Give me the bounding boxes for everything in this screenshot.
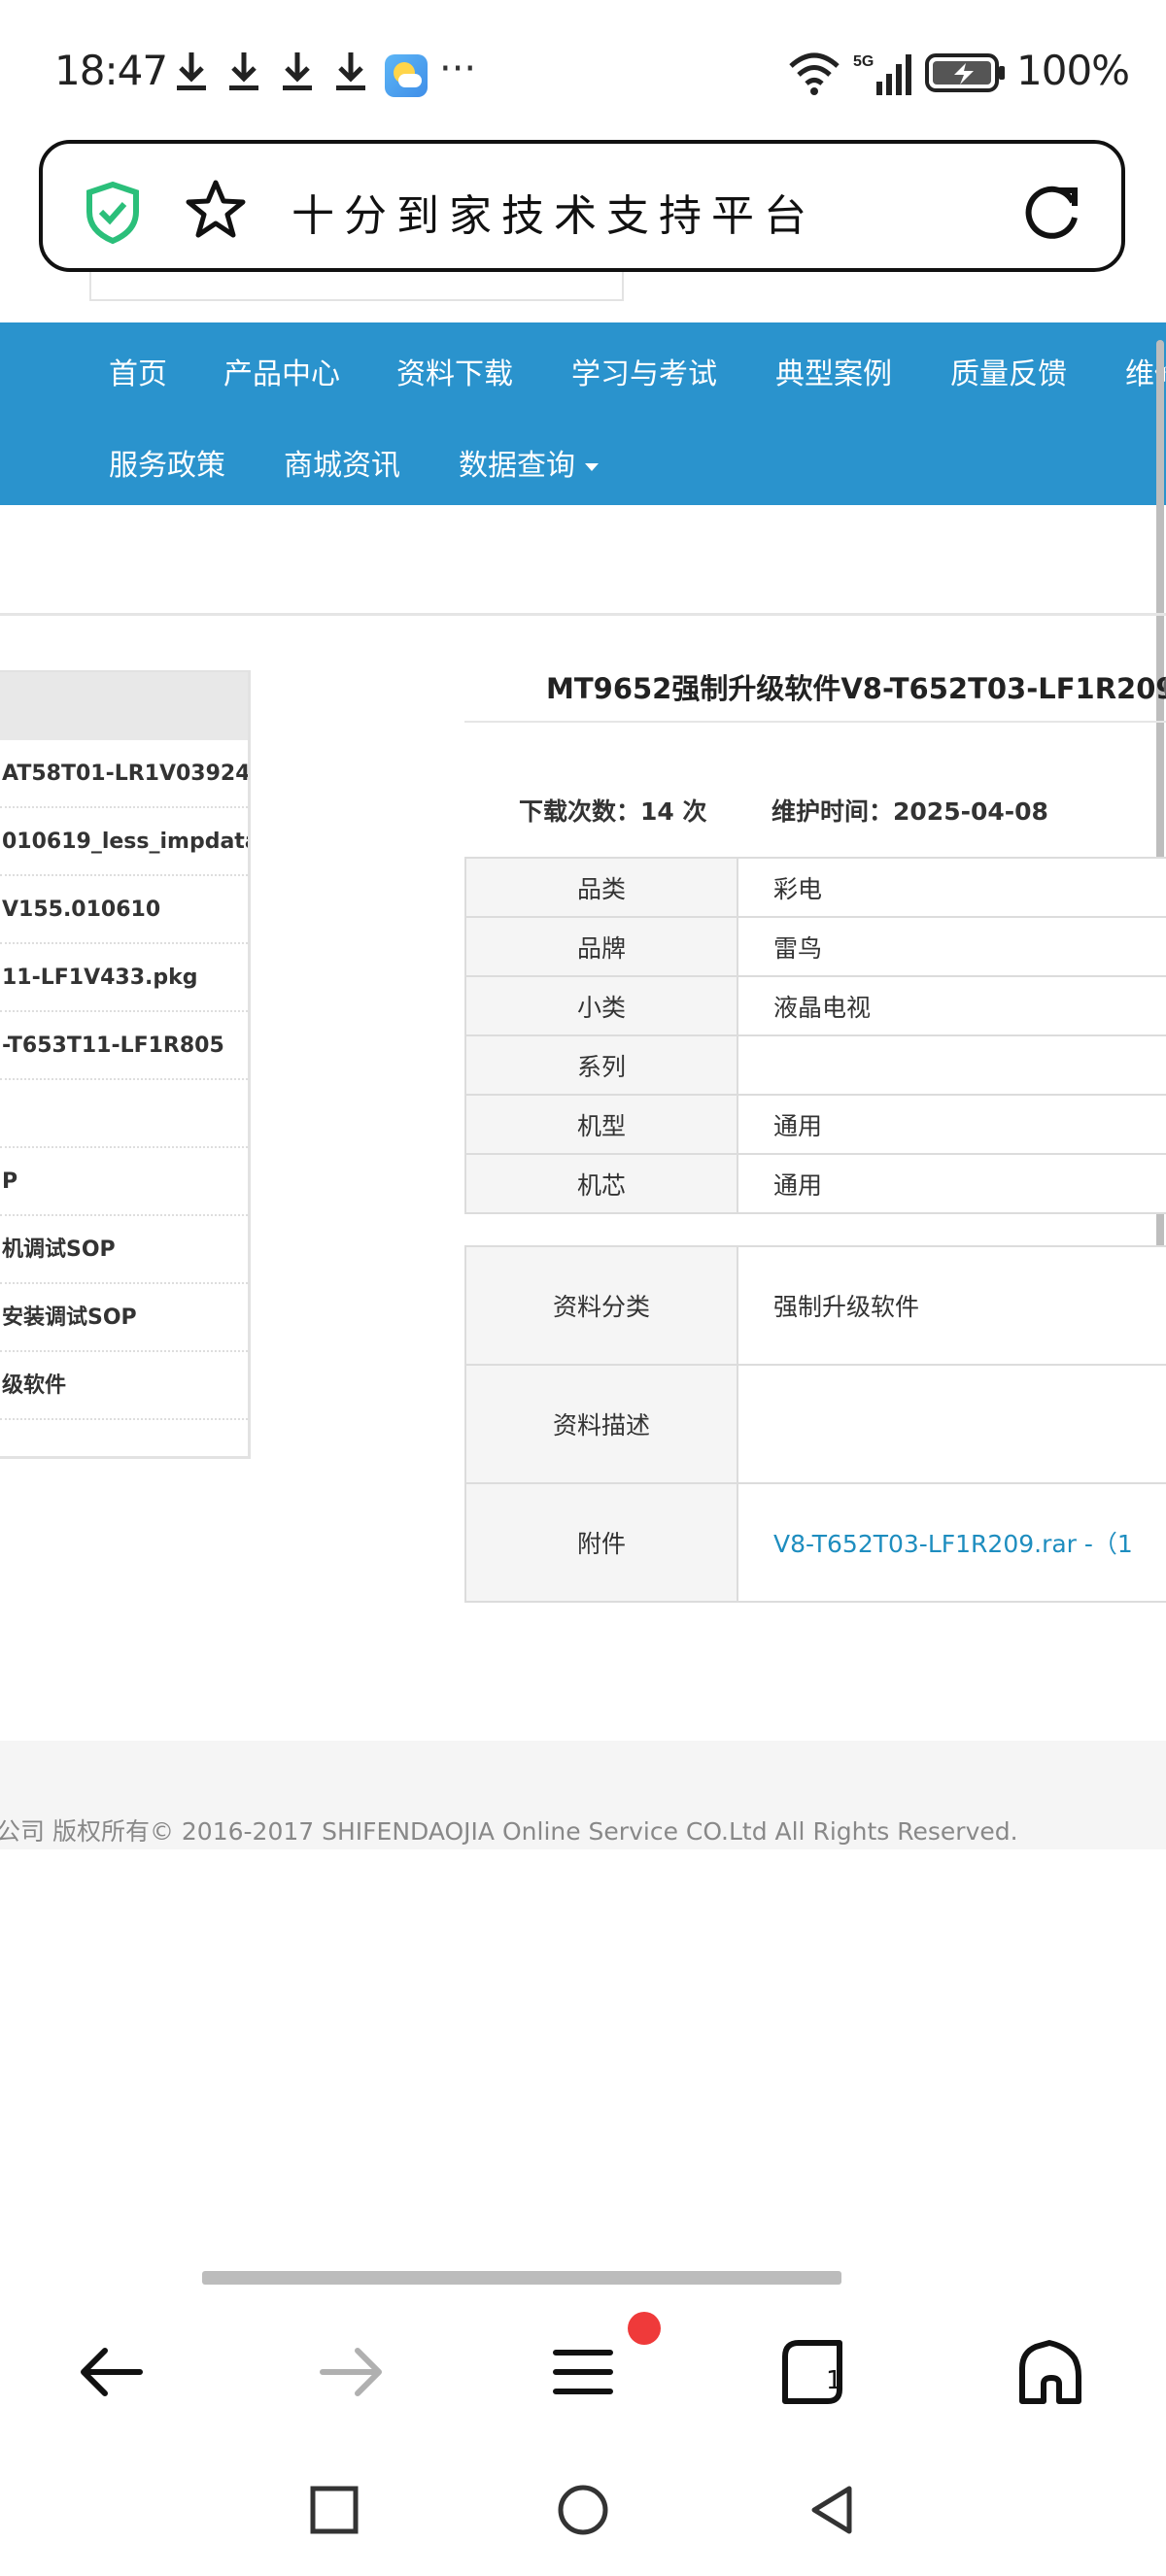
site-search-box[interactable] bbox=[89, 272, 624, 301]
download-count-value: 14 次 bbox=[640, 797, 707, 826]
table-row: 系列 bbox=[464, 1034, 1166, 1096]
table-row: 附件 V8-T652T03-LF1R209.rar -（1 bbox=[464, 1482, 1166, 1603]
info-table: 资料分类 强制升级软件 资料描述 附件 V8-T652T03-LF1R209.r… bbox=[464, 1245, 1166, 1603]
notification-dot bbox=[628, 2312, 661, 2345]
table-row: 小类 液晶电视 bbox=[464, 975, 1166, 1036]
site-navigation: 首页 产品中心 资料下载 学习与考试 典型案例 质量反馈 维修 服务政策 商城资… bbox=[0, 322, 1166, 505]
title-divider bbox=[464, 721, 1166, 723]
back-triangle-icon[interactable] bbox=[803, 2481, 861, 2539]
list-item[interactable]: 安装调试SOP bbox=[0, 1284, 248, 1352]
caret-down-icon bbox=[585, 462, 599, 471]
spec-value: 彩电 bbox=[737, 857, 1166, 918]
list-item[interactable]: 机调试SOP bbox=[0, 1216, 248, 1284]
divider bbox=[0, 613, 1166, 616]
nav-item-data-query[interactable]: 数据查询 bbox=[459, 441, 599, 484]
table-row: 机型 通用 bbox=[464, 1094, 1166, 1155]
category-value: 强制升级软件 bbox=[737, 1245, 1166, 1366]
maintenance-time: 维护时间：2025-04-08 bbox=[772, 793, 1048, 828]
tabs-button[interactable]: 1 bbox=[775, 2333, 853, 2411]
download-icon bbox=[283, 52, 312, 90]
spec-value bbox=[737, 1034, 1166, 1096]
list-item[interactable]: 级软件 bbox=[0, 1352, 248, 1420]
status-bar: 18:47 ··· 5G 100% bbox=[0, 0, 1166, 136]
nav-item-data-query-label: 数据查询 bbox=[459, 449, 575, 483]
forward-arrow-icon[interactable] bbox=[313, 2333, 391, 2411]
list-item[interactable]: 010619_less_impdata bbox=[0, 808, 248, 876]
horizontal-scrollbar[interactable] bbox=[202, 2271, 841, 2285]
nav-item-policy[interactable]: 服务政策 bbox=[109, 441, 225, 484]
page-title[interactable]: 十分到家技术支持平台 bbox=[292, 181, 816, 243]
nav-item-learning[interactable]: 学习与考试 bbox=[571, 350, 717, 392]
reload-icon[interactable] bbox=[1020, 179, 1084, 243]
table-row: 资料分类 强制升级软件 bbox=[464, 1245, 1166, 1366]
home-icon[interactable] bbox=[1011, 2333, 1088, 2411]
spec-key: 机芯 bbox=[464, 1153, 738, 1214]
download-icon bbox=[229, 52, 258, 90]
wifi-icon bbox=[789, 52, 840, 95]
download-count-label: 下载次数： bbox=[519, 797, 641, 826]
list-item[interactable] bbox=[0, 1080, 248, 1148]
spec-key: 品类 bbox=[464, 857, 738, 918]
nav-item-downloads[interactable]: 资料下载 bbox=[396, 350, 513, 392]
signal-icon: 5G bbox=[853, 53, 911, 95]
menu-icon[interactable] bbox=[544, 2333, 622, 2411]
recents-square-icon[interactable] bbox=[305, 2481, 363, 2539]
more-notifications: ··· bbox=[439, 47, 477, 91]
battery-percentage: 100% bbox=[1016, 47, 1130, 94]
star-icon[interactable] bbox=[185, 179, 247, 239]
nav-item-home[interactable]: 首页 bbox=[109, 350, 167, 392]
related-files-header bbox=[0, 672, 248, 740]
list-item[interactable]: -T653T11-LF1R805 bbox=[0, 1012, 248, 1080]
home-circle-icon[interactable] bbox=[554, 2481, 612, 2539]
maintenance-time-value: 2025-04-08 bbox=[893, 797, 1048, 826]
table-row: 品牌 雷鸟 bbox=[464, 916, 1166, 977]
bracket-icon bbox=[1163, 676, 1166, 697]
copyright-text: 公司 版权所有© 2016-2017 SHIFENDAOJIA Online S… bbox=[0, 1817, 1018, 1846]
spec-table: 品类 彩电 品牌 雷鸟 小类 液晶电视 系列 机型 通用 机芯 通用 bbox=[464, 857, 1166, 1214]
nav-item-mall-news[interactable]: 商城资讯 bbox=[284, 441, 400, 484]
download-icon bbox=[336, 52, 365, 90]
weather-icon bbox=[385, 54, 428, 97]
list-item[interactable]: AT58T01-LR1V039242... bbox=[0, 740, 248, 808]
download-count: 下载次数：14 次 bbox=[519, 793, 707, 828]
spec-value: 通用 bbox=[737, 1094, 1166, 1155]
table-row: 品类 彩电 bbox=[464, 857, 1166, 918]
nav-item-products[interactable]: 产品中心 bbox=[223, 350, 340, 392]
maintenance-time-label: 维护时间： bbox=[772, 797, 894, 826]
spec-key: 系列 bbox=[464, 1034, 738, 1096]
spec-value: 液晶电视 bbox=[737, 975, 1166, 1036]
spec-key: 机型 bbox=[464, 1094, 738, 1155]
list-item[interactable]: V155.010610 bbox=[0, 876, 248, 944]
back-arrow-icon[interactable] bbox=[72, 2333, 150, 2411]
list-item[interactable]: 11-LF1V433.pkg bbox=[0, 944, 248, 1012]
spec-value: 雷鸟 bbox=[737, 916, 1166, 977]
table-row: 机芯 通用 bbox=[464, 1153, 1166, 1214]
spec-key: 品牌 bbox=[464, 916, 738, 977]
battery-charging-icon bbox=[925, 53, 1005, 92]
category-label: 资料分类 bbox=[464, 1245, 738, 1366]
status-time: 18:47 bbox=[54, 47, 168, 94]
nav-item-feedback[interactable]: 质量反馈 bbox=[950, 350, 1067, 392]
document-title: MT9652强制升级软件V8-T652T03-LF1R209 bbox=[546, 672, 1166, 705]
shield-icon[interactable] bbox=[84, 181, 142, 245]
spec-key: 小类 bbox=[464, 975, 738, 1036]
spec-value: 通用 bbox=[737, 1153, 1166, 1214]
description-value bbox=[737, 1364, 1166, 1484]
description-label: 资料描述 bbox=[464, 1364, 738, 1484]
network-type: 5G bbox=[853, 53, 874, 70]
tabs-count: 1 bbox=[826, 2366, 842, 2395]
list-item[interactable]: P bbox=[0, 1148, 248, 1216]
attachment-cell: V8-T652T03-LF1R209.rar -（1 bbox=[737, 1482, 1166, 1603]
nav-item-cases[interactable]: 典型案例 bbox=[775, 350, 892, 392]
download-icon bbox=[177, 52, 206, 90]
table-row: 资料描述 bbox=[464, 1364, 1166, 1484]
attachment-link[interactable]: V8-T652T03-LF1R209.rar -（1 bbox=[739, 1525, 1133, 1560]
attachment-label: 附件 bbox=[464, 1482, 738, 1603]
